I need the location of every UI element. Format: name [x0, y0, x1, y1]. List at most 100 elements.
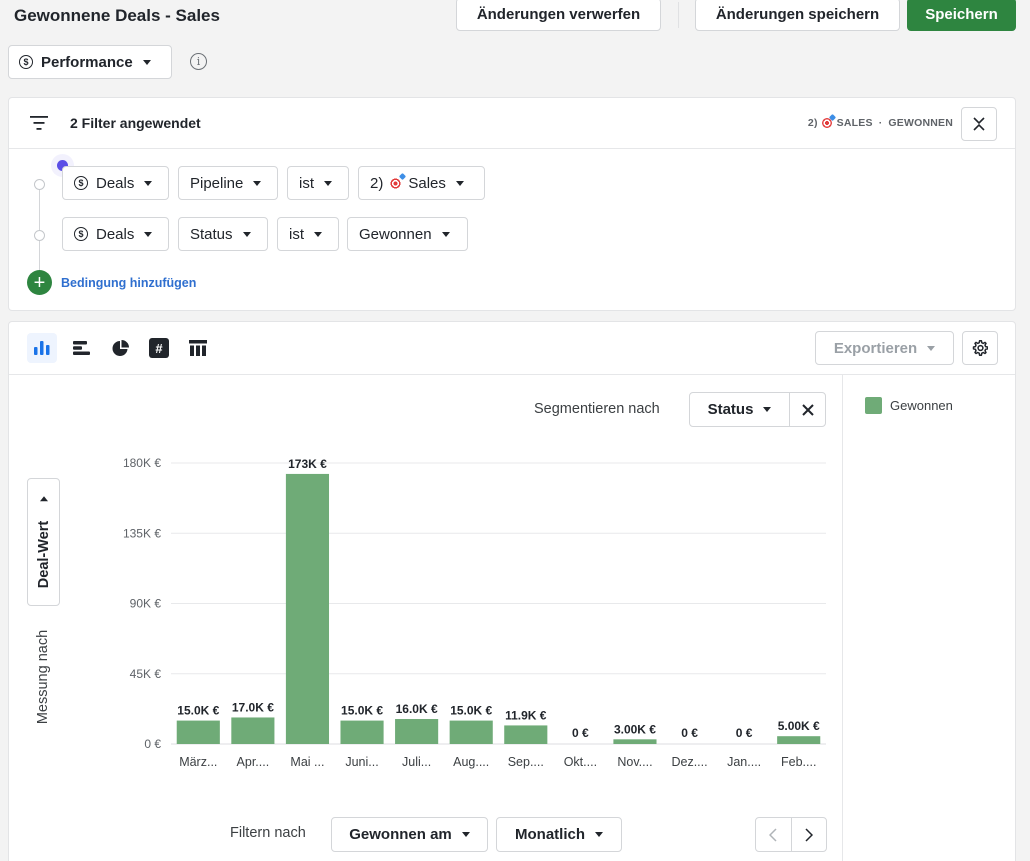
bar: [449, 720, 493, 744]
filter-field-dropdown[interactable]: Status: [178, 217, 268, 251]
x-tick-label: Juni...: [345, 755, 378, 769]
previous-page-button[interactable]: [756, 818, 792, 851]
report-type-label: Performance: [41, 53, 133, 71]
bar: [340, 720, 384, 744]
filter-value-label: Sales: [408, 174, 446, 192]
table-icon[interactable]: [183, 333, 213, 363]
x-tick-label: März...: [179, 755, 217, 769]
filter-header: 2 Filter angewendet 2) SALES · GEWONNEN: [9, 98, 1015, 149]
data-label: 0 €: [572, 726, 589, 740]
data-label: 15.0K €: [177, 704, 219, 718]
pie-chart-icon[interactable]: [105, 333, 135, 363]
data-label: 11.9K €: [505, 708, 547, 722]
filter-field-label: Pipeline: [190, 174, 244, 192]
dollar-circle-icon: $: [74, 227, 88, 241]
save-changes-button[interactable]: Änderungen speichern: [695, 0, 900, 31]
chevron-down-icon: [253, 180, 262, 186]
x-tick-label: Okt....: [564, 755, 597, 769]
data-label: 0 €: [736, 726, 753, 740]
x-tick-label: Sep....: [508, 755, 544, 769]
add-condition-label: Bedingung hinzufügen: [61, 275, 197, 290]
y-tick-label: 135K €: [123, 526, 161, 540]
data-label: 15.0K €: [341, 704, 383, 718]
chart-settings-button[interactable]: [962, 331, 998, 365]
chevron-right-icon: [805, 827, 813, 842]
bar-chart: 0 € 45K € 90K € 135K € 180K € 15.0K € März... 1…: [123, 456, 826, 769]
x-tick-label: Mai ...: [290, 755, 324, 769]
filter-node: [34, 179, 45, 190]
filter-operator-dropdown[interactable]: ist: [287, 166, 349, 200]
filter-summary-status: GEWONNEN: [888, 117, 953, 129]
x-tick-label: Jan....: [727, 755, 761, 769]
export-dropdown[interactable]: Exportieren: [815, 331, 954, 365]
chart-panel: # Exportieren Gewonnen Segmentieren nach…: [8, 321, 1016, 861]
chart-toolbar: # Exportieren: [9, 322, 1015, 375]
y-tick-label: 180K €: [123, 456, 161, 470]
filter-field-dropdown[interactable]: Pipeline: [178, 166, 278, 200]
save-button[interactable]: Speichern: [907, 0, 1016, 31]
report-type-dropdown[interactable]: $ Performance: [8, 45, 172, 79]
vertical-bar-chart-icon[interactable]: [27, 333, 57, 363]
chevron-down-icon: [595, 832, 603, 837]
filter-value-dropdown[interactable]: Gewonnen: [347, 217, 468, 251]
filter-summary-pipeline: SALES: [836, 117, 873, 129]
y-tick-label: 45K €: [130, 667, 162, 681]
gear-icon: [972, 340, 988, 356]
chevron-left-icon: [769, 827, 777, 842]
filter-by-label: Filtern nach: [230, 825, 306, 841]
bar: [504, 725, 548, 744]
filter-summary-prefix: 2): [807, 117, 818, 129]
filter-object-dropdown[interactable]: $ Deals: [62, 217, 169, 251]
target-icon: [821, 118, 832, 128]
data-label: 17.0K €: [232, 700, 274, 714]
export-label: Exportieren: [833, 339, 918, 357]
filter-lines-icon: [30, 116, 48, 130]
bar: [395, 719, 439, 744]
chevron-down-icon: [142, 59, 151, 65]
legend-item[interactable]: Gewonnen: [865, 397, 953, 414]
x-tick-label: Juli...: [402, 755, 431, 769]
chevron-down-icon: [324, 180, 332, 186]
filter-object-label: Deals: [96, 174, 135, 192]
collapse-filters-button[interactable]: [961, 107, 997, 141]
page-title: Gewonnene Deals - Sales: [14, 6, 220, 25]
legend-label: Gewonnen: [890, 398, 953, 413]
next-page-button[interactable]: [792, 818, 827, 851]
discard-changes-button[interactable]: Änderungen verwerfen: [456, 0, 661, 31]
add-condition-button[interactable]: + Bedingung hinzufügen: [27, 270, 196, 295]
target-icon: [389, 176, 403, 190]
y-tick-label: 90K €: [130, 597, 162, 611]
chevron-down-icon: [455, 180, 464, 186]
horizontal-bar-chart-icon[interactable]: [66, 333, 96, 363]
legend-divider: [842, 375, 843, 861]
filter-count-title: 2 Filter angewendet: [70, 115, 201, 131]
chevron-down-icon: [461, 832, 470, 837]
filter-value-prefix: 2): [370, 174, 384, 192]
chevron-down-icon: [144, 231, 153, 237]
bar: [613, 739, 657, 744]
chevron-down-icon: [242, 231, 251, 237]
filter-value-label: Gewonnen: [359, 225, 432, 243]
bar: [285, 473, 330, 744]
filter-summary-separator: ·: [878, 117, 883, 129]
info-icon[interactable]: i: [190, 53, 207, 70]
data-label: 16.0K €: [396, 702, 438, 716]
header-divider: [678, 2, 679, 28]
x-tick-label: Feb....: [781, 755, 816, 769]
filter-panel: 2 Filter angewendet 2) SALES · GEWONNEN …: [8, 97, 1016, 311]
chevron-down-icon: [314, 231, 322, 237]
filter-object-label: Deals: [96, 225, 135, 243]
date-field-dropdown[interactable]: Gewonnen am: [331, 817, 488, 852]
data-label: 3.00K €: [614, 722, 656, 736]
filter-operator-dropdown[interactable]: ist: [277, 217, 339, 251]
chevron-down-icon: [144, 180, 153, 186]
interval-dropdown[interactable]: Monatlich: [496, 817, 622, 852]
legend-swatch: [865, 397, 882, 414]
interval-label: Monatlich: [515, 826, 585, 843]
filter-field-label: Status: [190, 225, 233, 243]
filter-operator-label: ist: [299, 174, 314, 192]
filter-value-dropdown[interactable]: 2) Sales: [358, 166, 485, 200]
filter-object-dropdown[interactable]: $ Deals: [62, 166, 169, 200]
number-icon[interactable]: #: [144, 333, 174, 363]
data-label: 15.0K €: [450, 704, 492, 718]
